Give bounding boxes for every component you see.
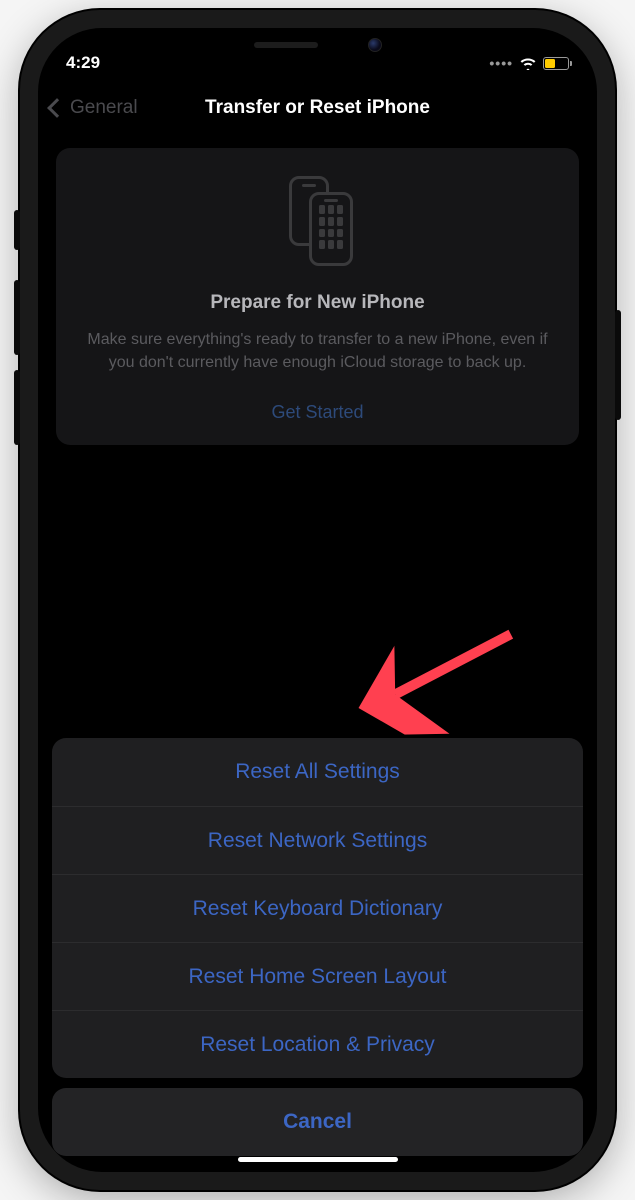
- prepare-description: Make sure everything's ready to transfer…: [78, 328, 557, 374]
- prepare-title: Prepare for New iPhone: [78, 292, 557, 314]
- speaker-grille: [254, 42, 318, 48]
- device-transfer-icon: [283, 176, 353, 266]
- chevron-left-icon: [47, 98, 67, 118]
- back-button[interactable]: General: [50, 97, 138, 119]
- status-time: 4:29: [66, 53, 100, 72]
- prepare-card: Prepare for New iPhone Make sure everyth…: [56, 148, 579, 445]
- home-indicator[interactable]: [238, 1157, 398, 1162]
- mute-switch: [14, 210, 20, 250]
- screen: 4:29 •••• General Transfer or Reset iPho…: [38, 28, 597, 1172]
- reset-location-privacy-button[interactable]: Reset Location & Privacy: [52, 1010, 583, 1078]
- power-button: [615, 310, 621, 420]
- front-camera: [368, 38, 382, 52]
- nav-bar: General Transfer or Reset iPhone: [38, 80, 597, 136]
- battery-icon: [543, 57, 569, 70]
- cellular-signal-icon: ••••: [489, 55, 513, 71]
- notch: [208, 28, 428, 62]
- back-label: General: [70, 97, 138, 119]
- cancel-button[interactable]: Cancel: [52, 1088, 583, 1156]
- phone-frame: 4:29 •••• General Transfer or Reset iPho…: [20, 10, 615, 1190]
- get-started-button[interactable]: Get Started: [78, 402, 557, 423]
- reset-network-settings-button[interactable]: Reset Network Settings: [52, 806, 583, 874]
- volume-down-button: [14, 370, 20, 445]
- action-sheet-group: Reset All Settings Reset Network Setting…: [52, 738, 583, 1078]
- reset-keyboard-dictionary-button[interactable]: Reset Keyboard Dictionary: [52, 874, 583, 942]
- volume-up-button: [14, 280, 20, 355]
- wifi-icon: [519, 56, 537, 70]
- reset-home-screen-layout-button[interactable]: Reset Home Screen Layout: [52, 942, 583, 1010]
- reset-all-settings-button[interactable]: Reset All Settings: [52, 738, 583, 806]
- action-sheet: Reset All Settings Reset Network Setting…: [52, 738, 583, 1156]
